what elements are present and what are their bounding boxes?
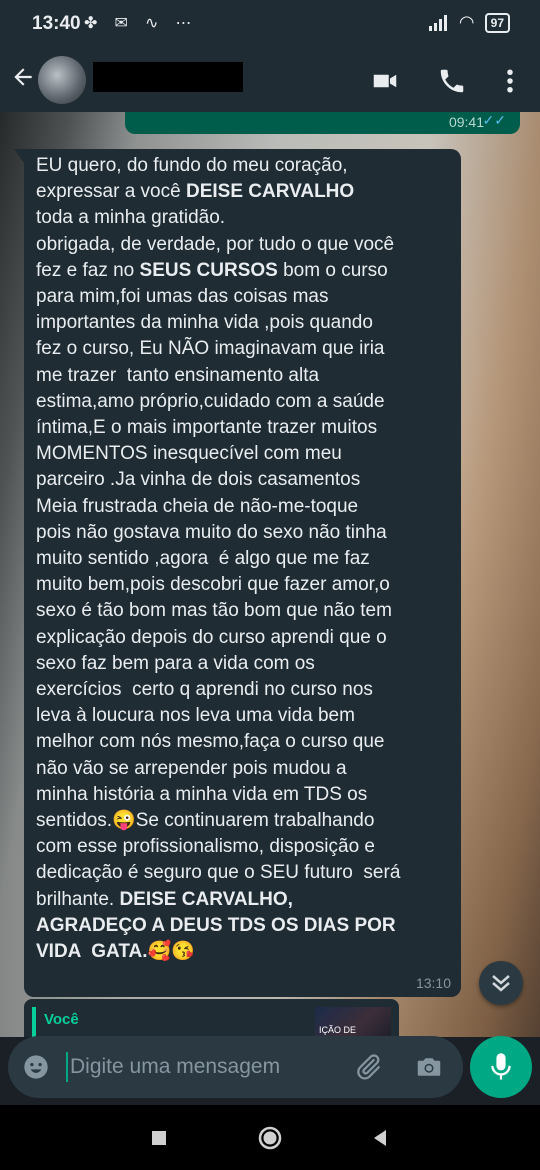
read-ticks-icon: ✓✓ xyxy=(482,112,506,128)
wifi-icon: ◠ xyxy=(458,12,475,33)
bubble-tail xyxy=(14,149,24,163)
notification-icons: ✤ ✉ ∿ ⋯ xyxy=(84,13,198,32)
emoji-icon[interactable] xyxy=(22,1053,50,1081)
chat-area[interactable]: 09:41 ✓✓ EU quero, do fundo do meu coraç… xyxy=(0,112,540,1037)
message-composer xyxy=(8,1036,463,1098)
camera-icon[interactable] xyxy=(413,1052,445,1082)
contact-name[interactable] xyxy=(93,62,243,92)
outgoing-message[interactable]: 09:41 ✓✓ xyxy=(125,112,520,134)
back-arrow-icon[interactable] xyxy=(10,64,36,90)
recents-icon[interactable] xyxy=(146,1125,172,1151)
status-time: 13:40 xyxy=(32,13,81,34)
attach-icon[interactable] xyxy=(353,1052,383,1082)
battery-indicator: 97 xyxy=(484,12,510,33)
chat-header xyxy=(0,46,540,112)
quote-sender: Você xyxy=(44,1011,79,1028)
bold-text-segment: SEUS CURSOS xyxy=(139,259,278,281)
message-time: 09:41 xyxy=(448,114,484,130)
thumbnail-text: IÇÃO DE xyxy=(319,1025,357,1035)
chevron-down-icon xyxy=(492,975,510,992)
incoming-message[interactable]: EU quero, do fundo do meu coração, expre… xyxy=(14,149,461,997)
voice-message-button[interactable] xyxy=(470,1036,532,1098)
quote-bar xyxy=(32,1007,36,1037)
bold-text-segment: DEISE CARVALHO xyxy=(185,181,355,203)
scroll-to-bottom-button[interactable] xyxy=(479,961,523,1005)
system-nav-bar xyxy=(0,1105,540,1170)
quote-thumbnail: IÇÃO DE xyxy=(315,1007,391,1037)
microphone-icon xyxy=(491,1053,511,1080)
text-segment: 🥰😘 xyxy=(147,941,195,963)
message-time: 13:10 xyxy=(415,975,451,991)
video-call-icon[interactable] xyxy=(370,66,400,96)
message-input[interactable] xyxy=(66,1052,330,1082)
message-text: EU quero, do fundo do meu coração, expre… xyxy=(36,153,456,965)
voice-call-icon[interactable] xyxy=(437,66,467,96)
signal-icon xyxy=(428,14,449,31)
status-bar: 13:40 ✤ ✉ ∿ ⋯ ◠ 97 xyxy=(0,0,540,46)
quoted-message[interactable]: Você IÇÃO DE xyxy=(24,999,399,1037)
contact-avatar[interactable] xyxy=(38,56,86,104)
back-icon[interactable] xyxy=(368,1125,394,1151)
menu-icon[interactable] xyxy=(495,66,525,96)
status-right: ◠ 97 xyxy=(428,12,510,33)
text-segment: bom o curso para mim,foi umas das coisas… xyxy=(36,259,401,910)
home-icon[interactable] xyxy=(257,1125,283,1151)
